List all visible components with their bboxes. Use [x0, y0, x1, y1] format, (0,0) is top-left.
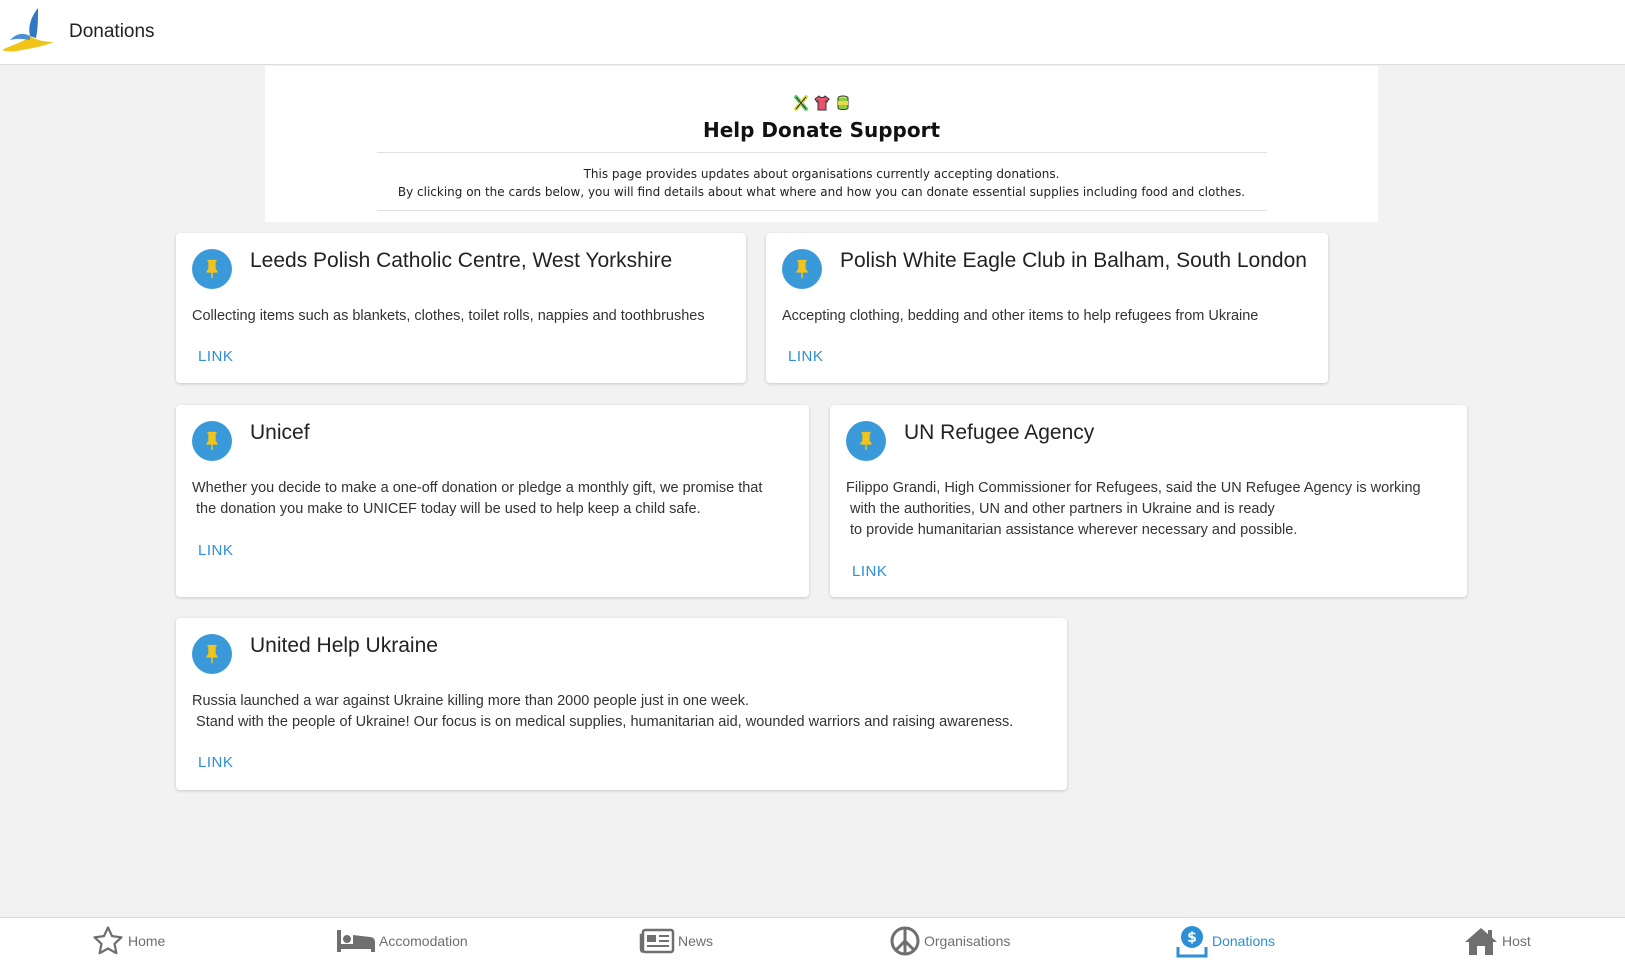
donation-card: UN Refugee Agency Filippo Grandi, High C…: [830, 405, 1467, 597]
card-link-button[interactable]: LINK: [788, 348, 823, 365]
donation-card: Polish White Eagle Club in Balham, South…: [766, 233, 1328, 383]
app-title: Donations: [69, 21, 155, 42]
banner-divider-bottom: [377, 210, 1267, 211]
bird-logo-icon: [2, 8, 54, 52]
card-link-button[interactable]: LINK: [852, 563, 887, 580]
nav-label: Accomodation: [379, 932, 468, 949]
peace-icon: [890, 926, 920, 955]
card-description: Russia launched a war against Ukraine ki…: [192, 693, 1014, 730]
intro-banner: Help Donate Support This page provides u…: [265, 66, 1378, 222]
card-description: Whether you decide to make a one-off don…: [192, 480, 763, 517]
svg-text:$: $: [1187, 930, 1197, 946]
nav-label: Host: [1502, 932, 1531, 949]
top-app-bar: Donations: [0, 0, 1625, 65]
pushpin-icon: [206, 644, 218, 664]
banner-emoji-row: [265, 94, 1378, 112]
card-title: Unicef: [250, 421, 310, 444]
star-icon: [93, 925, 123, 954]
banner-text-line-1: This page provides updates about organis…: [583, 167, 1060, 181]
card-link-button[interactable]: LINK: [198, 348, 233, 365]
card-avatar: [192, 634, 232, 674]
nav-label: Organisations: [924, 932, 1011, 949]
nav-item-host[interactable]: Host: [1463, 918, 1531, 962]
nav-item-home[interactable]: Home: [91, 918, 165, 962]
banner-title: Help Donate Support: [702, 118, 941, 142]
card-description: Filippo Grandi, High Commissioner for Re…: [846, 480, 1421, 538]
nav-item-accomodation[interactable]: Accomodation: [336, 918, 468, 962]
dollar-download-icon: $: [1176, 925, 1208, 957]
donation-card: Leeds Polish Catholic Centre, West Yorks…: [176, 233, 746, 383]
donation-card: United Help Ukraine Russia launched a wa…: [176, 618, 1067, 790]
card-description: Collecting items such as blankets, cloth…: [192, 308, 705, 324]
pushpin-icon: [206, 259, 218, 279]
card-avatar: [782, 249, 822, 289]
tshirt-icon: [813, 95, 830, 111]
card-description: Accepting clothing, bedding and other it…: [782, 308, 1259, 324]
card-avatar: [192, 421, 232, 461]
card-link-button[interactable]: LINK: [198, 542, 233, 559]
pushpin-icon: [796, 259, 808, 279]
card-link-button[interactable]: LINK: [198, 754, 233, 771]
food-can-icon: [837, 95, 848, 110]
banner-text-line-2: By clicking on the cards below, you will…: [397, 185, 1246, 199]
card-avatar: [192, 249, 232, 289]
nav-item-donations[interactable]: $ Donations: [1175, 918, 1275, 962]
nav-item-organisations[interactable]: Organisations: [889, 918, 1010, 962]
nav-label: News: [678, 932, 714, 949]
bottom-navigation: Home Accomodation News Organisations $ D…: [0, 917, 1625, 962]
nav-label: Home: [128, 932, 166, 949]
banner-divider-top: [377, 152, 1267, 153]
ribbon-icon: [793, 95, 808, 111]
card-title: United Help Ukraine: [250, 634, 438, 657]
pushpin-icon: [206, 431, 218, 451]
card-avatar: [846, 421, 886, 461]
nav-item-news[interactable]: News: [639, 918, 713, 962]
bed-icon: [337, 929, 375, 952]
nav-label: Donations: [1212, 932, 1276, 949]
newspaper-icon: [639, 928, 675, 953]
card-title: Leeds Polish Catholic Centre, West Yorks…: [250, 249, 673, 272]
card-title: UN Refugee Agency: [904, 421, 1095, 444]
card-title: Polish White Eagle Club in Balham, South…: [840, 249, 1307, 272]
donation-card: Unicef Whether you decide to make a one-…: [176, 405, 809, 597]
pushpin-icon: [860, 431, 872, 451]
house-icon: [1465, 927, 1497, 955]
